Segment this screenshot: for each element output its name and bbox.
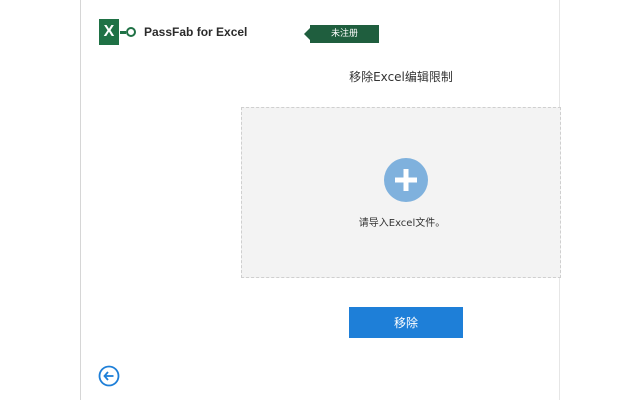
- excel-x-icon: X: [99, 19, 119, 45]
- back-button[interactable]: [98, 365, 120, 387]
- remove-button[interactable]: 移除: [349, 307, 463, 338]
- key-icon: [120, 27, 136, 37]
- back-arrow-icon: [98, 365, 120, 387]
- app-name: PassFab for Excel: [144, 25, 248, 39]
- page-title: 移除Excel编辑限制: [349, 70, 453, 84]
- file-dropzone[interactable]: 请导入Excel文件。: [241, 107, 561, 278]
- app-window: X PassFab for Excel 未注册 移除Excel编辑限制 请导入E…: [80, 0, 561, 400]
- plus-icon: [395, 169, 417, 191]
- add-file-button[interactable]: [384, 158, 428, 202]
- import-hint: 请导入Excel文件。: [358, 218, 446, 229]
- registration-badge[interactable]: 未注册: [304, 25, 379, 43]
- app-logo: X PassFab for Excel: [99, 19, 247, 45]
